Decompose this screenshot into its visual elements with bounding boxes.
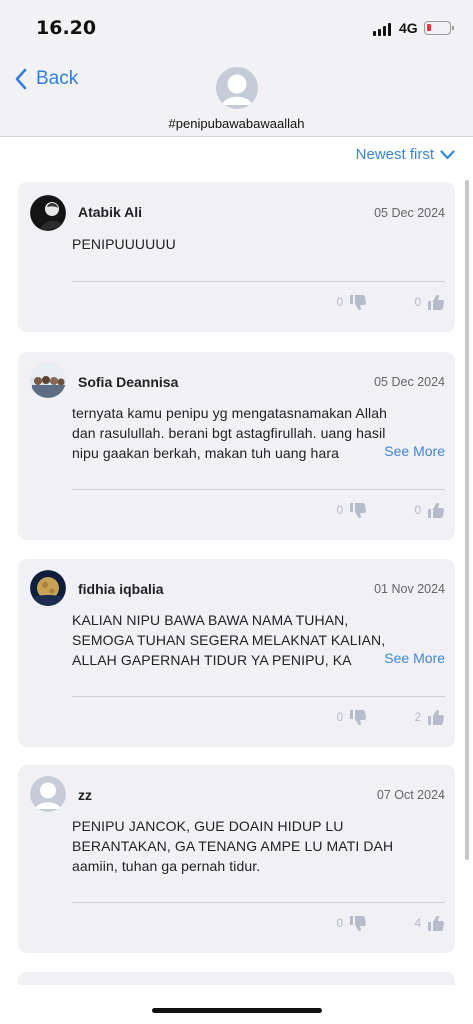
home-indicator[interactable] [152,1008,322,1013]
divider [72,902,445,903]
commenter-name: Sofia Deannisa [78,374,179,390]
divider [72,696,445,697]
commenter-name: zz [78,787,92,803]
thumbs-up-icon [428,502,444,518]
thumbs-up-icon [428,915,444,931]
dislike-button[interactable] [349,709,367,726]
comment-date: 01 Nov 2024 [374,582,445,596]
thumbs-down-icon [350,710,366,726]
bottom-safe-area [0,985,473,1024]
default-avatar-icon [216,67,258,109]
network-type: 4G [399,20,418,36]
see-more-link[interactable]: See More [368,650,445,666]
thumbs-down-icon [350,916,366,932]
comment-line: PENIPUUUUUU [72,236,176,252]
comment-text: PENIPUUUUUU [72,234,444,254]
profile-avatar[interactable] [216,67,258,109]
commenter-avatar[interactable] [30,570,66,606]
sort-dropdown[interactable]: Newest first [356,146,455,163]
dislike-button[interactable] [349,294,367,311]
comment-card: Atabik Ali 05 Dec 2024 PENIPUUUUUU 0 0 [18,182,455,332]
signal-icon [373,23,391,36]
comment-date: 05 Dec 2024 [374,206,445,220]
reaction-bar: 0 0 [329,502,445,519]
comment-text: PENIPU JANCOK, GUE DOAIN HIDUP LU BERANT… [72,816,444,876]
dislike-count: 0 [336,296,343,309]
like-button[interactable] [427,915,445,932]
like-button[interactable] [427,294,445,311]
divider [72,489,445,490]
comment-card: Sofia Deannisa 05 Dec 2024 ternyata kamu… [18,352,455,540]
thumbs-down-icon [350,503,366,519]
status-bar: 16.20 4G [0,0,473,56]
dislike-button[interactable] [349,915,367,932]
dislike-button[interactable] [349,502,367,519]
nav-bar: Back #penipubawabawaallah [0,56,473,137]
commenter-avatar[interactable] [30,195,66,231]
like-button[interactable] [427,502,445,519]
dislike-count: 0 [336,504,343,517]
dislike-count: 0 [336,917,343,930]
back-label: Back [36,68,79,89]
thumbs-up-icon [428,709,444,725]
dislike-count: 0 [336,711,343,724]
like-count: 0 [414,296,421,309]
commenter-name: Atabik Ali [78,204,143,220]
comment-card: fidhia iqbalia 01 Nov 2024 KALIAN NIPU B… [18,559,455,747]
chevron-left-icon [15,68,27,90]
comment-date: 07 Oct 2024 [376,788,445,802]
like-count: 0 [414,504,421,517]
comment-line: SEMOGA TUHAN SEGERA MELAKNAT KALIAN, [72,632,386,648]
see-more-link[interactable]: See More [368,443,445,459]
reaction-bar: 0 2 [329,709,445,726]
like-count: 4 [414,917,421,930]
sort-label: Newest first [355,146,434,163]
like-count: 2 [414,711,421,724]
page-title: #penipubawabawaallah [168,116,305,131]
chevron-down-icon [440,149,455,159]
scrollbar[interactable] [465,180,469,860]
comment-line: BERANTAKAN, GA TENANG AMPE LU MATI DAH [72,838,394,854]
default-avatar-icon [30,776,66,812]
battery-icon [424,21,454,35]
comment-line: ternyata kamu penipu yg mengatasnamakan … [72,405,388,421]
comment-line: PENIPU JANCOK, GUE DOAIN HIDUP LU [72,818,344,834]
reaction-bar: 0 0 [329,294,445,311]
comment-line: dan rasulullah. berani bgt astagfirullah… [72,425,386,441]
comment-date: 05 Dec 2024 [374,375,445,389]
thumbs-up-icon [428,294,444,310]
comment-line: KALIAN NIPU BAWA BAWA NAMA TUHAN, [72,612,349,628]
status-time: 16.20 [36,17,97,39]
commenter-avatar[interactable] [30,776,66,812]
like-button[interactable] [427,709,445,726]
divider [72,281,445,282]
reaction-bar: 0 4 [329,915,445,932]
commenter-name: fidhia iqbalia [78,581,164,597]
back-button[interactable]: Back [14,68,78,90]
commenter-avatar[interactable] [30,362,66,398]
thumbs-down-icon [350,295,366,311]
comment-line: aamiin, tuhan ga pernah tidur. [72,858,261,874]
comment-card: zz 07 Oct 2024 PENIPU JANCOK, GUE DOAIN … [18,765,455,953]
